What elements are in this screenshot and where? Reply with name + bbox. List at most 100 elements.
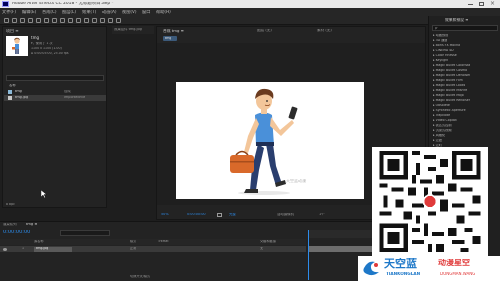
menu-file[interactable]: 文件(F): [2, 10, 16, 14]
effects-panel-title: 效果和预设 ≡: [445, 18, 469, 22]
composition-tab[interactable]: 合成 tmg ≡: [163, 29, 184, 33]
snapshot-camera-icon[interactable]: [217, 213, 222, 217]
playhead[interactable]: [308, 230, 309, 280]
character-thumbnail-icon: [12, 37, 20, 54]
brush-tool-icon[interactable]: [84, 18, 89, 23]
timeline-layer-row[interactable]: 1 tmg.jpg 正常 无: [0, 246, 306, 252]
menu-effect[interactable]: 效果(T): [82, 10, 96, 14]
timeline-comp-tab[interactable]: tmg ≡: [26, 223, 37, 227]
menu-layer[interactable]: 图层(L): [62, 10, 76, 14]
menu-view[interactable]: 视图(V): [122, 10, 137, 14]
render-queue-tab[interactable]: 渲染队列: [3, 223, 17, 226]
window-title: Adobe After Effects CC 2018 - 无标题项目.aep …: [12, 2, 114, 6]
trkmat-header[interactable]: TrkMat: [158, 240, 169, 243]
maximize-icon[interactable]: [479, 2, 484, 6]
effect-category-item[interactable]: ▸ 表达式控制: [433, 124, 452, 127]
selected-item-name: tmg: [31, 36, 40, 40]
rotate-tool-icon[interactable]: [36, 18, 41, 23]
active-camera-dropdown[interactable]: 活动摄像机: [277, 213, 294, 216]
layer-panel-tab[interactable]: 图层 (无): [257, 29, 272, 33]
project-panel-title: 项目 ≡: [6, 29, 19, 33]
menu-composition[interactable]: 合成(C): [42, 10, 57, 14]
effect-category-item[interactable]: ▸ Trapcode: [433, 114, 450, 117]
effect-category-item[interactable]: ▸ Synthetic Aperture: [433, 109, 466, 112]
effect-category-item[interactable]: ▸ CINEMA 4D: [433, 49, 454, 52]
effects-search-placeholder: ρ·: [435, 27, 439, 30]
camera-tool-icon[interactable]: [44, 18, 49, 23]
pen-tool-icon[interactable]: [68, 18, 73, 23]
selected-item-size: 1100 x 1100 (1.00): [31, 47, 62, 50]
effect-category-item[interactable]: ▸ 风格化: [433, 134, 445, 137]
brand-watermark: 天空蓝 TIANKONGLAN 动漫星空 DONGMAN.WANG: [358, 256, 500, 281]
minimize-icon[interactable]: [468, 3, 473, 5]
timeline-column-headers: 源名称 模式 TrkMat 父级和链接: [0, 239, 306, 245]
effect-category-item[interactable]: ▸ 动画预设: [433, 34, 448, 37]
hand-tool-icon[interactable]: [20, 18, 25, 23]
selection-tool-icon[interactable]: [12, 18, 17, 23]
effect-category-item[interactable]: ▸ Magic Bullet Cosmo: [433, 69, 467, 72]
eraser-tool-icon[interactable]: [100, 18, 105, 23]
menu-animation[interactable]: 动画(A): [102, 10, 117, 14]
breadcrumb[interactable]: tmg: [163, 36, 177, 41]
close-icon[interactable]: ×: [490, 1, 495, 7]
zoom-tool-icon[interactable]: [28, 18, 33, 23]
image-file-icon: [8, 96, 12, 100]
source-name-header[interactable]: 源名称: [34, 240, 44, 243]
effect-category-item[interactable]: ▸ Keylight: [433, 59, 448, 62]
effect-controls-tab[interactable]: 效果控件 tmg.jpg: [112, 26, 154, 34]
walking-character-illustration: [230, 88, 298, 195]
selected-item-duration: Δ 0:00:05:00, 25.00 fps: [31, 52, 69, 55]
effect-controls-label: 效果控件 tmg.jpg: [114, 28, 142, 31]
home-tool-icon[interactable]: [4, 18, 9, 23]
puppet-tool-icon[interactable]: [116, 18, 121, 23]
pan-behind-tool-icon[interactable]: [52, 18, 57, 23]
project-item-name: tmg: [15, 90, 22, 93]
view-layout-dropdown[interactable]: 1个: [319, 213, 325, 216]
layer-parent-dropdown[interactable]: 无: [260, 247, 263, 250]
effect-category-item[interactable]: ▸ Boris FX Mocha: [433, 44, 460, 47]
effect-category-item[interactable]: ▸ Magic Bullet Mojo: [433, 94, 464, 97]
project-search-input[interactable]: [6, 75, 104, 81]
clone-tool-icon[interactable]: [92, 18, 97, 23]
layer-name-box[interactable]: tmg.jpg: [34, 246, 72, 252]
project-row-footage[interactable]: tmg.jpg ImportedFile: [4, 95, 106, 101]
mode-header[interactable]: 模式: [130, 240, 136, 243]
zoom-dropdown[interactable]: 50%: [161, 213, 169, 216]
toggle-switches-modes[interactable]: 切换开关/模式: [130, 275, 150, 278]
effect-category-item[interactable]: ▸ Magic Bullet Renoiser: [433, 99, 470, 102]
effect-category-item[interactable]: ▸ Obsolete: [433, 104, 450, 107]
effect-category-item[interactable]: ▸ Magic Bullet Denoiser: [433, 74, 470, 77]
effect-category-item[interactable]: ▸ Magic Bullet MisFire: [433, 89, 467, 92]
menu-window[interactable]: 窗口: [142, 10, 150, 14]
layer-mode-dropdown[interactable]: 正常: [130, 247, 136, 250]
type-tool-icon[interactable]: [76, 18, 81, 23]
parent-header[interactable]: 父级和链接: [260, 240, 276, 243]
effect-category-item[interactable]: ▸ Magic Bullet Looks: [433, 84, 465, 87]
footage-panel-tab[interactable]: 素材 (无): [317, 29, 332, 33]
effect-category-item[interactable]: ▸ Color Finesse: [433, 54, 457, 57]
menu-bar: 文件(F) 编辑(E) 合成(C) 图层(L) 效果(T) 动画(A) 视图(V…: [0, 8, 500, 16]
effect-category-item[interactable]: ▸ Magic Bullet Film: [433, 79, 463, 82]
effect-category-item[interactable]: ▸ Magic Bullet Colorista: [433, 64, 470, 67]
roto-brush-icon[interactable]: [108, 18, 113, 23]
bit-depth-toggle[interactable]: 8 bpc: [6, 203, 15, 206]
project-thumbnail: [6, 36, 28, 56]
visibility-eye-icon[interactable]: [3, 247, 7, 251]
effect-category-item[interactable]: ▸ 沉浸式视频: [433, 129, 452, 132]
effects-search-input[interactable]: ρ·: [432, 25, 498, 31]
brand-tagline: 动漫星空: [438, 259, 470, 267]
composition-canvas[interactable]: 天空蓝动漫: [176, 82, 364, 199]
resolution-dropdown[interactable]: 完整: [229, 213, 236, 216]
timeline-search-input[interactable]: [60, 230, 110, 236]
menu-help[interactable]: 帮助(H): [156, 10, 171, 14]
tools-bar: [0, 16, 500, 25]
effect-category-item[interactable]: ▸ 3D 通道: [433, 39, 447, 42]
effect-category-item[interactable]: ▸ Video Copilot: [433, 119, 457, 122]
timeline-timecode[interactable]: 0:00:00:00: [3, 230, 30, 235]
menu-edit[interactable]: 编辑(E): [22, 10, 36, 14]
effect-category-item[interactable]: ▸ 过渡: [433, 139, 442, 142]
current-time-display[interactable]: 0:00:00:00: [187, 213, 206, 216]
project-panel: 项目 ≡ tmg ▾，使用了 1 次 1100 x 1100 (1.00) Δ …: [2, 26, 107, 208]
column-name-header[interactable]: 名称: [9, 84, 16, 87]
shape-tool-icon[interactable]: [60, 18, 65, 23]
